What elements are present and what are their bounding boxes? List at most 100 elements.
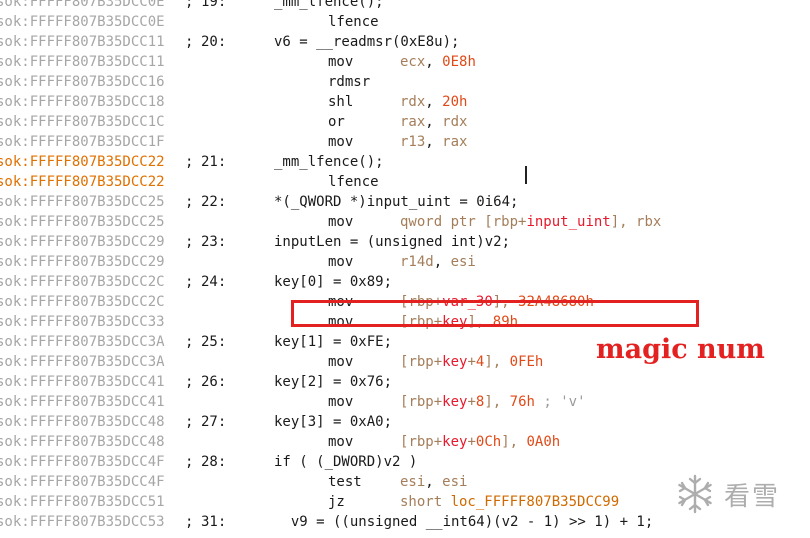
instruction-mnemonic[interactable]: mov — [328, 432, 353, 452]
instruction-operands[interactable]: [rbp+key+0Ch], 0A0h — [400, 432, 560, 452]
address-label[interactable]: sok:FFFFF807B35DCC48 — [0, 412, 165, 432]
pseudocode-text[interactable]: v9 = ((unsigned __int64)(v2 - 1) >> 1) +… — [274, 512, 653, 532]
operand-token: , — [425, 134, 443, 150]
address-label[interactable]: sok:FFFFF807B35DCC1F — [0, 132, 165, 152]
address-label[interactable]: sok:FFFFF807B35DCC25 — [0, 192, 165, 212]
address-label[interactable]: sok:FFFFF807B35DCC29 — [0, 232, 165, 252]
instruction-mnemonic[interactable]: lfence — [328, 172, 379, 192]
listing-row[interactable]: sok:FFFFF807B35DCC1F mov r13, rax — [0, 132, 810, 152]
instruction-mnemonic[interactable]: mov — [328, 132, 353, 152]
address-label[interactable]: sok:FFFFF807B35DCC2C — [0, 292, 165, 312]
pseudocode-text[interactable]: key[1] = 0xFE; — [274, 332, 392, 352]
listing-row[interactable]: sok:FFFFF807B35DCC41 mov [rbp+key+8], 76h … — [0, 392, 810, 412]
listing-row[interactable]: sok:FFFFF807B35DCC41; 26: key[2] = 0x76; — [0, 372, 810, 392]
address-label[interactable]: sok:FFFFF807B35DCC4F — [0, 452, 165, 472]
source-line-number: 22: — [201, 194, 227, 210]
instruction-operands[interactable]: [rbp+key+8], 76h ; 'v' — [400, 392, 586, 412]
pseudocode-text[interactable]: key[3] = 0xA0; — [274, 412, 392, 432]
address-label[interactable]: sok:FFFFF807B35DCC0E — [0, 0, 165, 12]
listing-row[interactable]: sok:FFFFF807B35DCC11; 20: v6 = __readmsr(0… — [0, 32, 810, 52]
operand-token: ], — [484, 354, 510, 370]
instruction-operands[interactable]: short loc_FFFFF807B35DCC99 — [400, 492, 619, 512]
address-label[interactable]: sok:FFFFF807B35DCC22 — [0, 172, 165, 192]
operand-token: ; 'v' — [534, 394, 586, 410]
pseudocode-text[interactable]: v6 = __readmsr(0xE8u); — [274, 32, 459, 52]
disassembly-listing[interactable]: sok:FFFFF807B35DCC0E; 19: _mm_lfence(); sok… — [0, 0, 810, 532]
pseudocode-text[interactable]: inputLen = (unsigned int)v2; — [274, 232, 510, 252]
instruction-mnemonic[interactable]: mov — [328, 392, 353, 412]
address-label[interactable]: sok:FFFFF807B35DCC11 — [0, 32, 165, 52]
listing-row[interactable]: sok:FFFFF807B35DCC25; 22: *(_QWORD *)input… — [0, 192, 810, 212]
address-label[interactable]: sok:FFFFF807B35DCC1C — [0, 112, 165, 132]
listing-row[interactable]: sok:FFFFF807B35DCC29 mov r14d, esi — [0, 252, 810, 272]
address-label[interactable]: sok:FFFFF807B35DCC41 — [0, 392, 165, 412]
listing-row[interactable]: sok:FFFFF807B35DCC29; 23: inputLen = (unsi… — [0, 232, 810, 252]
listing-row[interactable]: sok:FFFFF807B35DCC0E lfence — [0, 12, 810, 32]
operand-token: , — [425, 114, 443, 130]
instruction-mnemonic[interactable]: lfence — [328, 12, 379, 32]
listing-row[interactable]: sok:FFFFF807B35DCC0E; 19: _mm_lfence(); — [0, 0, 810, 12]
address-label[interactable]: sok:FFFFF807B35DCC3A — [0, 332, 165, 352]
instruction-operands[interactable]: r13, rax — [400, 132, 467, 152]
instruction-mnemonic[interactable]: shl — [328, 92, 353, 112]
listing-row[interactable]: sok:FFFFF807B35DCC25 mov qword ptr [rbp+in… — [0, 212, 810, 232]
listing-row[interactable]: sok:FFFFF807B35DCC48 mov [rbp+key+0Ch], 0A… — [0, 432, 810, 452]
pseudocode-text[interactable]: *(_QWORD *)input_uint = 0i64; — [274, 192, 518, 212]
address-label[interactable]: sok:FFFFF807B35DCC18 — [0, 92, 165, 112]
comment-separator: ; — [185, 34, 194, 50]
source-line-number: 31: — [201, 514, 227, 530]
address-label[interactable]: sok:FFFFF807B35DCC51 — [0, 492, 165, 512]
instruction-mnemonic[interactable]: test — [328, 472, 362, 492]
instruction-operands[interactable]: rax, rdx — [400, 112, 467, 132]
address-label[interactable]: sok:FFFFF807B35DCC29 — [0, 252, 165, 272]
listing-row[interactable]: sok:FFFFF807B35DCC22; 21: _mm_lfence(); — [0, 152, 810, 172]
listing-row[interactable]: sok:FFFFF807B35DCC1C or rax, rdx — [0, 112, 810, 132]
operand-token: rdx — [400, 94, 426, 110]
listing-row[interactable]: sok:FFFFF807B35DCC16 rdmsr — [0, 72, 810, 92]
instruction-operands[interactable]: ecx, 0E8h — [400, 52, 476, 72]
address-label[interactable]: sok:FFFFF807B35DCC41 — [0, 372, 165, 392]
address-label[interactable]: sok:FFFFF807B35DCC4F — [0, 472, 165, 492]
address-label[interactable]: sok:FFFFF807B35DCC2C — [0, 272, 165, 292]
source-line-number: 20: — [201, 34, 227, 50]
address-label[interactable]: sok:FFFFF807B35DCC11 — [0, 52, 165, 72]
instruction-mnemonic[interactable]: mov — [328, 352, 353, 372]
instruction-operands[interactable]: esi, esi — [400, 472, 467, 492]
address-label[interactable]: sok:FFFFF807B35DCC53 — [0, 512, 165, 532]
listing-row[interactable]: sok:FFFFF807B35DCC22 lfence — [0, 172, 810, 192]
instruction-mnemonic[interactable]: rdmsr — [328, 72, 370, 92]
pseudocode-text[interactable]: _mm_lfence(); — [274, 0, 384, 12]
operand-token: rax — [442, 134, 468, 150]
address-label[interactable]: sok:FFFFF807B35DCC25 — [0, 212, 165, 232]
comment-separator: ; — [185, 194, 194, 210]
instruction-operands[interactable]: rdx, 20h — [400, 92, 467, 112]
instruction-mnemonic[interactable]: mov — [328, 252, 353, 272]
instruction-mnemonic[interactable]: mov — [328, 52, 353, 72]
instruction-operands[interactable]: [rbp+key+4], 0FEh — [400, 352, 543, 372]
address-label[interactable]: sok:FFFFF807B35DCC0E — [0, 12, 165, 32]
instruction-operands[interactable]: qword ptr [rbp+input_uint], rbx — [400, 212, 661, 232]
listing-row[interactable]: sok:FFFFF807B35DCC18 shl rdx, 20h — [0, 92, 810, 112]
listing-row[interactable]: sok:FFFFF807B35DCC48; 27: key[3] = 0xA0; — [0, 412, 810, 432]
listing-row[interactable]: sok:FFFFF807B35DCC11 mov ecx, 0E8h — [0, 52, 810, 72]
address-label[interactable]: sok:FFFFF807B35DCC3A — [0, 352, 165, 372]
address-label[interactable]: sok:FFFFF807B35DCC22 — [0, 152, 165, 172]
operand-token: rbp — [408, 434, 434, 450]
instruction-mnemonic[interactable]: mov — [328, 212, 353, 232]
pseudocode-text[interactable]: if ( (_DWORD)v2 ) — [274, 452, 417, 472]
instruction-mnemonic[interactable]: jz — [328, 492, 345, 512]
watermark-text: 看雪 — [724, 481, 781, 512]
instruction-mnemonic[interactable]: or — [328, 112, 345, 132]
listing-row[interactable]: sok:FFFFF807B35DCC4F; 28: if ( (_DWORD)v2 … — [0, 452, 810, 472]
address-label[interactable]: sok:FFFFF807B35DCC33 — [0, 312, 165, 332]
instruction-operands[interactable]: r14d, esi — [400, 252, 476, 272]
pseudocode-text[interactable]: _mm_lfence(); — [274, 152, 384, 172]
address-label[interactable]: sok:FFFFF807B35DCC48 — [0, 432, 165, 452]
operand-token: key — [442, 434, 468, 450]
address-label[interactable]: sok:FFFFF807B35DCC16 — [0, 72, 165, 92]
operand-token: qword ptr [ — [400, 214, 493, 230]
pseudocode-text[interactable]: key[2] = 0x76; — [274, 372, 392, 392]
pseudocode-text[interactable]: key[0] = 0x89; — [274, 272, 392, 292]
listing-row[interactable]: sok:FFFFF807B35DCC2C; 24: key[0] = 0x89; — [0, 272, 810, 292]
text-cursor — [525, 166, 527, 184]
